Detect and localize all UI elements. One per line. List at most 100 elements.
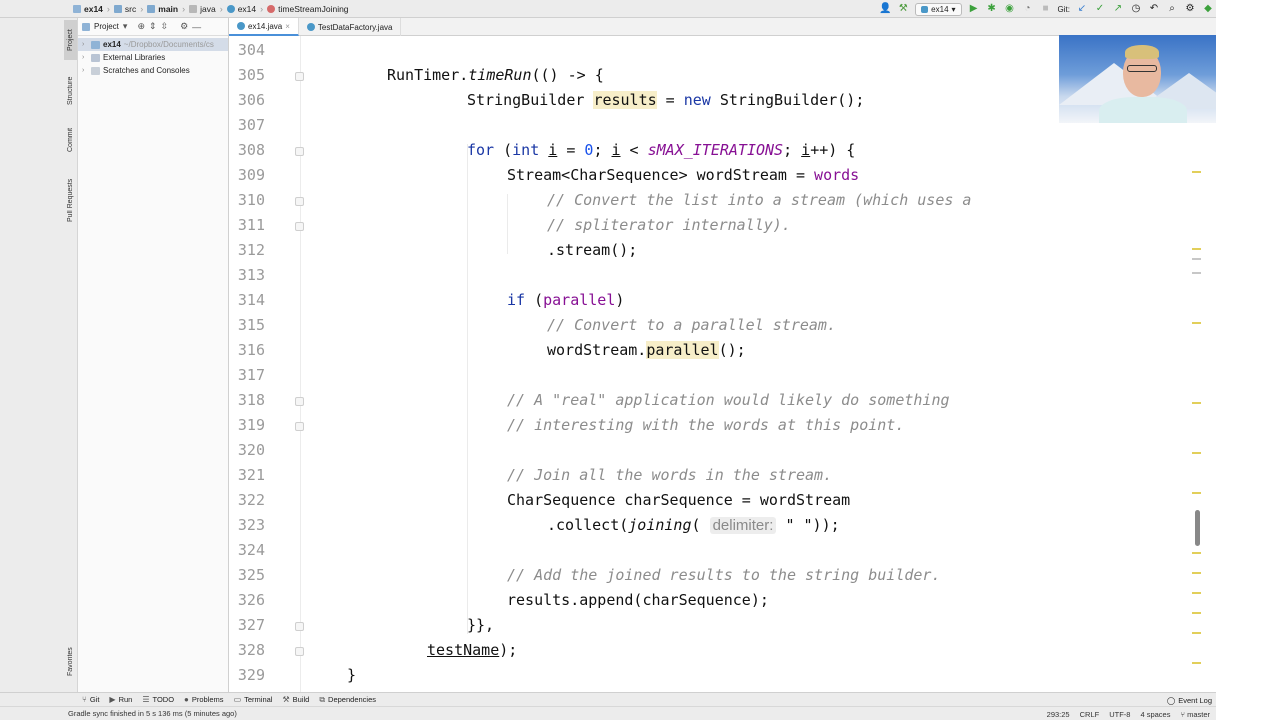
warning-marker[interactable] [1192, 632, 1201, 634]
warning-marker[interactable] [1192, 322, 1201, 324]
tool-window-problems[interactable]: ● Problems [184, 695, 224, 704]
line-number[interactable]: 322 [229, 491, 265, 509]
line-number[interactable]: 325 [229, 566, 265, 584]
warning-marker[interactable] [1192, 592, 1201, 594]
warning-marker[interactable] [1192, 612, 1201, 614]
line-number-gutter[interactable]: 304 305 306 307 308 309 310 311 312 313 314 315 316 3… [229, 36, 304, 692]
line-number[interactable]: 308 [229, 141, 265, 159]
line-number[interactable]: 305 [229, 66, 265, 84]
fold-marker-icon[interactable] [295, 647, 304, 656]
tool-window-dependencies[interactable]: ⧉ Dependencies [319, 695, 376, 705]
warning-marker[interactable] [1192, 452, 1201, 454]
run-icon[interactable]: ▶ [968, 3, 980, 15]
status-message[interactable]: Gradle sync finished in 5 s 136 ms (5 mi… [68, 709, 237, 718]
run-configuration-select[interactable]: ex14 ▾ [915, 2, 962, 16]
line-number[interactable]: 324 [229, 541, 265, 559]
git-branch[interactable]: ⑂ master [1180, 710, 1210, 719]
chevron-right-icon[interactable]: › [82, 54, 91, 61]
warning-marker[interactable] [1192, 248, 1201, 250]
tool-window-terminal[interactable]: ▭ Terminal [234, 695, 273, 704]
tab-ex14-java[interactable]: ex14.java × [229, 18, 299, 36]
tool-window-git[interactable]: ⑂ Git [82, 695, 99, 704]
profile-icon[interactable]: ◔ [1022, 3, 1034, 15]
caret-position[interactable]: 293:25 [1047, 710, 1070, 719]
user-icon[interactable]: 👤 [879, 3, 891, 15]
line-number[interactable]: 328 [229, 641, 265, 659]
history-icon[interactable]: ◷ [1130, 3, 1142, 15]
line-number[interactable]: 329 [229, 666, 265, 684]
fold-marker-icon[interactable] [295, 622, 304, 631]
tool-window-todo[interactable]: ☰ TODO [142, 695, 174, 704]
vertical-scrollbar-thumb[interactable] [1195, 510, 1200, 546]
line-number[interactable]: 320 [229, 441, 265, 459]
coverage-icon[interactable]: ◉ [1004, 3, 1016, 15]
tool-window-project[interactable]: Project [64, 20, 77, 60]
line-number[interactable]: 318 [229, 391, 265, 409]
stop-icon[interactable]: ■ [1040, 3, 1052, 15]
line-number[interactable]: 306 [229, 91, 265, 109]
line-separator[interactable]: CRLF [1080, 710, 1100, 719]
usage-marker[interactable] [1192, 258, 1201, 260]
locate-icon[interactable]: ⊕ [137, 21, 145, 32]
git-push-icon[interactable]: ↗ [1112, 3, 1124, 15]
warning-marker[interactable] [1192, 492, 1201, 494]
line-number[interactable]: 327 [229, 616, 265, 634]
line-number[interactable]: 313 [229, 266, 265, 284]
line-number[interactable]: 323 [229, 516, 265, 534]
expand-all-icon[interactable]: ⇳ [161, 21, 169, 32]
chevron-right-icon[interactable]: › [82, 67, 91, 74]
tool-window-commit[interactable]: Commit [64, 122, 77, 158]
warning-marker[interactable] [1192, 572, 1201, 574]
error-stripe[interactable] [1192, 36, 1202, 692]
tree-item-external-libraries[interactable]: › External Libraries [78, 51, 228, 64]
hammer-icon[interactable]: ⚒ [897, 3, 909, 15]
line-number[interactable]: 319 [229, 416, 265, 434]
line-number[interactable]: 321 [229, 466, 265, 484]
file-encoding[interactable]: UTF-8 [1109, 710, 1130, 719]
line-number[interactable]: 312 [229, 241, 265, 259]
usage-marker[interactable] [1192, 272, 1201, 274]
tool-window-pull-requests[interactable]: Pull Requests [64, 168, 77, 232]
fold-marker-icon[interactable] [295, 422, 304, 431]
line-number[interactable]: 314 [229, 291, 265, 309]
breadcrumb-item-java[interactable]: java [186, 0, 219, 18]
git-update-icon[interactable]: ↙ [1076, 3, 1088, 15]
breadcrumb-item-class[interactable]: ex14 [224, 0, 259, 18]
code-editor[interactable]: 304 305 306 307 308 309 310 311 312 313 314 315 316 3… [229, 36, 1216, 692]
debug-icon[interactable]: ✱ [986, 3, 998, 15]
collapse-all-icon[interactable]: ⇕ [149, 21, 157, 32]
chevron-down-icon[interactable]: ▾ [123, 21, 128, 32]
breadcrumb-item-method[interactable]: timeStreamJoining [264, 0, 351, 18]
gear-icon[interactable]: ⚙ [180, 21, 188, 32]
search-icon[interactable]: ⌕ [1166, 3, 1178, 15]
tool-window-build[interactable]: ⚒ Build [282, 695, 309, 704]
line-number[interactable]: 315 [229, 316, 265, 334]
line-number[interactable]: 316 [229, 341, 265, 359]
tool-window-run[interactable]: ▶ Run [109, 695, 132, 704]
project-view-select[interactable]: Project [94, 22, 119, 31]
line-number[interactable]: 307 [229, 116, 265, 134]
line-number[interactable]: 311 [229, 216, 265, 234]
git-commit-icon[interactable]: ✓ [1094, 3, 1106, 15]
warning-marker[interactable] [1192, 662, 1201, 664]
hide-panel-icon[interactable]: — [192, 22, 201, 32]
tool-window-favorites[interactable]: Favorites [64, 640, 77, 684]
tree-item-scratches[interactable]: › Scratches and Consoles [78, 64, 228, 77]
breadcrumb-item-project[interactable]: ex14 [70, 0, 106, 18]
fold-marker-icon[interactable] [295, 397, 304, 406]
warning-marker[interactable] [1192, 171, 1201, 173]
fold-marker-icon[interactable] [295, 72, 304, 81]
line-number[interactable]: 310 [229, 191, 265, 209]
gear-icon[interactable]: ⚙ [1184, 3, 1196, 15]
warning-marker[interactable] [1192, 402, 1201, 404]
close-icon[interactable]: × [285, 22, 290, 31]
line-number[interactable]: 309 [229, 166, 265, 184]
event-log-button[interactable]: ◯ Event Log [1167, 693, 1212, 707]
tool-window-structure[interactable]: Structure [64, 68, 77, 114]
breadcrumb-item-src[interactable]: src [111, 0, 139, 18]
indent-setting[interactable]: 4 spaces [1140, 710, 1170, 719]
chevron-right-icon[interactable]: › [82, 41, 91, 48]
rollback-icon[interactable]: ↶ [1148, 3, 1160, 15]
jetbrains-logo-icon[interactable]: ◆ [1202, 3, 1214, 15]
line-number[interactable]: 304 [229, 41, 265, 59]
